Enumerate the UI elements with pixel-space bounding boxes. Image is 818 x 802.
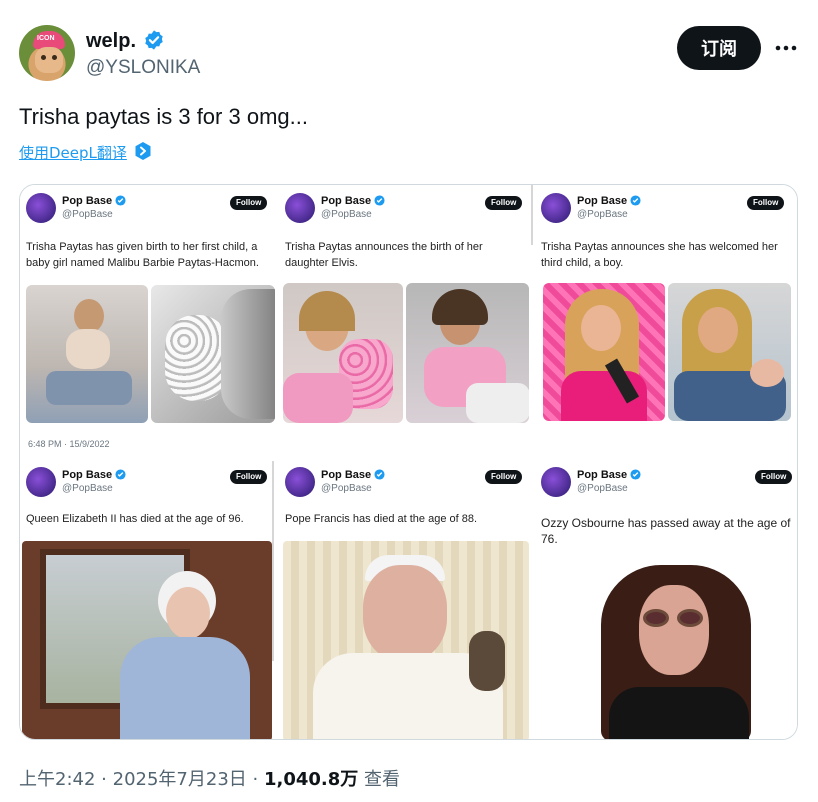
account-name: Pop Base xyxy=(62,469,113,481)
post-text-line: Trisha Paytas has given birth to her fir… xyxy=(26,241,258,253)
meta-separator: · xyxy=(252,769,259,790)
popbase-avatar xyxy=(285,467,315,497)
follow-button[interactable]: Follow xyxy=(230,470,268,484)
maternity-photo xyxy=(26,285,148,423)
author-display-name[interactable]: welp. xyxy=(86,30,136,53)
tweet-meta: 上午2:42 · 2025年7月23日 · 1,040.8万 查看 xyxy=(19,765,400,791)
post-text-line: 76. xyxy=(541,532,558,546)
embedded-post-1[interactable]: Pop Base @PopBase Follow Trisha Paytas h… xyxy=(20,185,279,457)
account-name: Pop Base xyxy=(577,469,628,481)
avatar-cap-text: ICON xyxy=(37,35,55,42)
tweet-text: Trisha paytas is 3 for 3 omg... xyxy=(19,104,308,129)
translate-link[interactable]: 使用DeepL翻译 xyxy=(19,142,127,163)
grid-divider xyxy=(531,185,533,245)
post-text: Pope Francis has died at the age of 88. xyxy=(285,511,477,527)
post-timestamp: 6:48 PM · 15/9/2022 xyxy=(28,439,110,449)
follow-button[interactable]: Follow xyxy=(485,196,523,210)
verified-badge-icon xyxy=(374,469,385,480)
embedded-post-6[interactable]: Pop Base @PopBase Follow Ozzy Osbourne h… xyxy=(535,459,797,739)
post-text-line: baby girl named Malibu Barbie Paytas-Hac… xyxy=(26,257,259,269)
post-text-line: Ozzy Osbourne has passed away at the age… xyxy=(541,516,791,530)
verified-badge-icon xyxy=(115,469,126,480)
embedded-post-2[interactable]: Pop Base @PopBase Follow Trisha Paytas a… xyxy=(279,185,533,457)
post-text-line: Trisha Paytas announces the birth of her xyxy=(285,241,483,253)
pink-interview-photo xyxy=(543,283,665,421)
account-name: Pop Base xyxy=(321,469,372,481)
post-text-line: third child, a boy. xyxy=(541,257,624,269)
newborn-photo xyxy=(151,285,275,423)
account-name: Pop Base xyxy=(62,195,113,207)
account-handle: @PopBase xyxy=(321,483,372,494)
popbase-avatar xyxy=(26,193,56,223)
post-text: Trisha Paytas has given birth to her fir… xyxy=(26,239,259,271)
tweet-media[interactable]: Pop Base @PopBase Follow Trisha Paytas h… xyxy=(19,184,798,740)
popbase-avatar xyxy=(541,467,571,497)
meta-separator: · xyxy=(101,769,107,790)
author-handle[interactable]: @YSLONIKA xyxy=(86,57,200,79)
account-handle: @PopBase xyxy=(62,209,113,220)
deepl-logo-icon[interactable] xyxy=(133,141,153,161)
embedded-post-5[interactable]: Pop Base @PopBase Follow Pope Francis ha… xyxy=(279,459,533,739)
post-text: Trisha Paytas announces the birth of her… xyxy=(285,239,483,271)
verified-badge-icon[interactable] xyxy=(143,29,165,51)
avatar-eye-right xyxy=(52,55,57,60)
embedded-post-3[interactable]: Pop Base @PopBase Follow Trisha Paytas a… xyxy=(535,185,797,457)
pope-portrait xyxy=(283,541,529,739)
post-text-line: Trisha Paytas announces she has welcomed… xyxy=(541,241,778,253)
account-handle: @PopBase xyxy=(577,209,628,220)
tweet-time[interactable]: 上午2:42 xyxy=(19,769,95,790)
tweet-date[interactable]: 2025年7月23日 xyxy=(113,769,247,790)
account-name: Pop Base xyxy=(321,195,372,207)
queen-portrait xyxy=(22,541,272,739)
post-text-line: daughter Elvis. xyxy=(285,257,358,269)
grid-divider xyxy=(272,461,274,661)
follow-button[interactable]: Follow xyxy=(755,470,793,484)
post-text: Trisha Paytas announces she has welcomed… xyxy=(541,239,778,271)
verified-badge-icon xyxy=(115,195,126,206)
post-text: Queen Elizabeth II has died at the age o… xyxy=(26,511,244,527)
verified-badge-icon xyxy=(630,195,641,206)
account-name: Pop Base xyxy=(577,195,628,207)
post-text: Ozzy Osbourne has passed away at the age… xyxy=(541,515,790,547)
ozzy-portrait xyxy=(565,555,795,739)
account-handle: @PopBase xyxy=(62,483,113,494)
views-label: 查看 xyxy=(364,769,401,790)
follow-button[interactable]: Follow xyxy=(747,196,785,210)
hospital-photo-boy xyxy=(668,283,791,421)
hospital-photo-baby xyxy=(406,283,529,423)
author-avatar[interactable]: ICON xyxy=(19,25,75,81)
follow-button[interactable]: Follow xyxy=(485,470,523,484)
account-handle: @PopBase xyxy=(321,209,372,220)
post-text-line: Queen Elizabeth II has died at the age o… xyxy=(26,513,244,525)
verified-badge-icon xyxy=(374,195,385,206)
avatar-eye-left xyxy=(41,55,46,60)
popbase-avatar xyxy=(541,193,571,223)
verified-badge-icon xyxy=(630,469,641,480)
popbase-avatar xyxy=(26,467,56,497)
subscribe-button[interactable]: 订阅 xyxy=(677,26,761,70)
popbase-avatar xyxy=(285,193,315,223)
avatar-face xyxy=(35,47,63,73)
post-text-line: Pope Francis has died at the age of 88. xyxy=(285,513,478,525)
hospital-photo-mother xyxy=(283,283,403,423)
follow-button[interactable]: Follow xyxy=(230,196,268,210)
account-handle: @PopBase xyxy=(577,483,628,494)
embedded-post-4[interactable]: Pop Base @PopBase Follow Queen Elizabeth… xyxy=(20,459,274,739)
views-count: 1,040.8万 xyxy=(264,769,359,790)
more-horizontal-icon[interactable] xyxy=(772,34,800,62)
